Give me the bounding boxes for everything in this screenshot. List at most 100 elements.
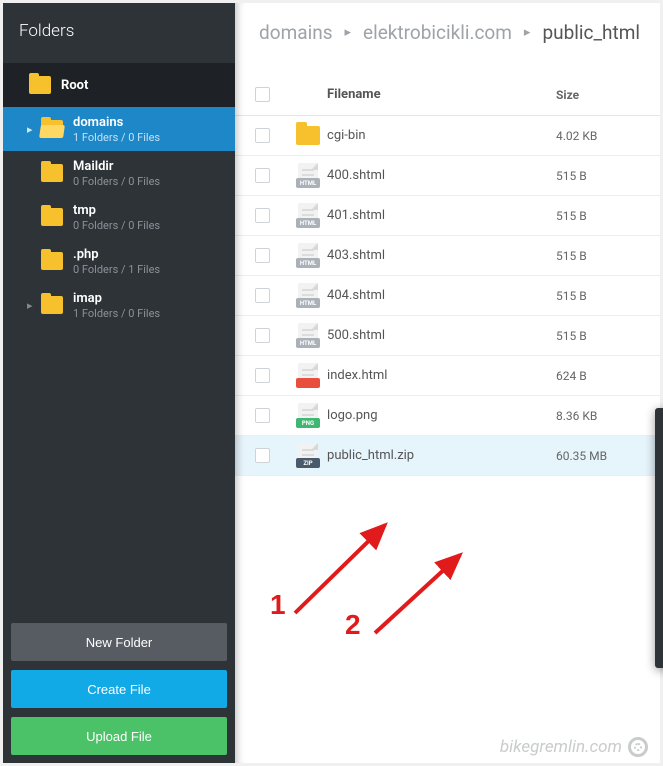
table-row[interactable]: cgi-bin4.02 KB xyxy=(235,116,660,156)
row-checkbox[interactable] xyxy=(255,408,270,423)
select-all-checkbox[interactable] xyxy=(255,87,270,102)
sidebar-title: Folders xyxy=(3,3,235,63)
tree-item-sub: 1 Folders / 0 Files xyxy=(73,307,160,320)
file-icon: HTML xyxy=(298,203,318,228)
ctx-add-to-clipboard[interactable]: 📋Add to Clipboard xyxy=(655,520,663,556)
tree-item-imap[interactable]: ▸ imap1 Folders / 0 Files xyxy=(3,283,235,327)
tree-item-label: Maildir xyxy=(73,159,160,174)
file-name[interactable]: 500.shtml xyxy=(327,328,556,343)
file-name[interactable]: cgi-bin xyxy=(327,128,556,143)
tree-item-sub: 0 Folders / 1 Files xyxy=(73,263,160,276)
file-name[interactable]: logo.png xyxy=(327,408,556,423)
file-name[interactable]: public_html.zip xyxy=(327,448,556,463)
file-icon xyxy=(298,363,318,388)
breadcrumb: domains ▸ elektrobicikli.com ▸ public_html xyxy=(235,3,660,74)
ctx-copy-file[interactable]: ⧉Copy File xyxy=(655,448,663,484)
ctx-delete[interactable]: 🗑Delete xyxy=(655,628,663,664)
context-menu: ARename⧉Copy File⚙Set Permissions📋Add to… xyxy=(655,408,663,668)
file-name[interactable]: 401.shtml xyxy=(327,208,556,223)
table-row[interactable]: ZIP public_html.zip60.35 MB xyxy=(235,436,660,476)
tree-item-sub: 0 Folders / 0 Files xyxy=(73,175,160,188)
sidebar-actions: New Folder Create File Upload File xyxy=(3,615,235,763)
tree-item-Maildir[interactable]: Maildir0 Folders / 0 Files xyxy=(3,151,235,195)
table-row[interactable]: HTML 500.shtml515 B xyxy=(235,316,660,356)
tree-item-sub: 0 Folders / 0 Files xyxy=(73,219,160,232)
folder-icon xyxy=(41,296,63,314)
folder-icon xyxy=(41,120,63,138)
annotation-arrow-2 xyxy=(365,543,475,643)
new-folder-button[interactable]: New Folder xyxy=(11,623,227,661)
table-row[interactable]: HTML403.shtml515 B xyxy=(235,236,660,276)
file-name[interactable]: 404.shtml xyxy=(327,288,556,303)
file-icon: HTML xyxy=(298,163,318,188)
file-size: 515 B xyxy=(556,329,640,343)
breadcrumb-separator-icon: ▸ xyxy=(524,25,531,40)
table-row[interactable]: index.html624 B xyxy=(235,356,660,396)
row-checkbox[interactable] xyxy=(255,168,270,183)
watermark: bikegremlin.com xyxy=(500,737,648,757)
table-row[interactable]: HTML404.shtml515 B xyxy=(235,276,660,316)
tree-item-tmp[interactable]: tmp0 Folders / 0 Files xyxy=(3,195,235,239)
header-filename[interactable]: Filename xyxy=(327,87,556,102)
main-panel: domains ▸ elektrobicikli.com ▸ public_html F… xyxy=(235,3,660,763)
tree-item-.php[interactable]: .php0 Folders / 1 Files xyxy=(3,239,235,283)
sidebar: Folders Root ▸ domains 1 Folders / 0 Files… xyxy=(3,3,235,763)
annotation-number-2: 2 xyxy=(345,609,361,641)
file-size: 4.02 KB xyxy=(556,129,640,143)
file-icon: PNG xyxy=(298,403,318,428)
tree-item-label: .php xyxy=(73,247,160,262)
annotation-number-1: 1 xyxy=(270,589,286,621)
ctx-rename[interactable]: ARename xyxy=(655,412,663,448)
file-icon: HTML xyxy=(298,323,318,348)
tree-item-label: imap xyxy=(73,291,160,306)
file-size: 515 B xyxy=(556,209,640,223)
chevron-right-icon: ▸ xyxy=(27,299,37,312)
tree-item-domains[interactable]: ▸domains1 Folders / 0 Files xyxy=(3,107,235,151)
file-size: 624 B xyxy=(556,369,640,383)
file-size: 515 B xyxy=(556,169,640,183)
tree-root[interactable]: Root xyxy=(3,63,235,107)
folder-tree: Root ▸domains1 Folders / 0 FilesMaildir0… xyxy=(3,63,235,615)
row-checkbox[interactable] xyxy=(255,328,270,343)
upload-file-button[interactable]: Upload File xyxy=(11,717,227,755)
file-name[interactable]: 400.shtml xyxy=(327,168,556,183)
folder-icon xyxy=(41,252,63,270)
file-size: 8.36 KB xyxy=(556,409,640,423)
folder-icon xyxy=(29,76,51,94)
breadcrumb-public_html[interactable]: public_html xyxy=(542,21,640,44)
file-table: Filename Size cgi-bin4.02 KB HTML 400.shtm… xyxy=(235,74,660,476)
file-size: 515 B xyxy=(556,289,640,303)
row-checkbox[interactable] xyxy=(255,248,270,263)
tree-item-label: domains xyxy=(73,115,160,130)
table-row[interactable]: PNG logo.png8.36 KB xyxy=(235,396,660,436)
gear-icon xyxy=(628,737,648,757)
file-name[interactable]: index.html xyxy=(327,368,556,383)
folder-icon xyxy=(41,208,63,226)
row-checkbox[interactable] xyxy=(255,288,270,303)
chevron-right-icon: ▸ xyxy=(27,123,37,136)
ctx-extract[interactable]: ⇪Extract xyxy=(655,556,663,592)
watermark-text: bikegremlin.com xyxy=(500,737,622,757)
breadcrumb-separator-icon: ▸ xyxy=(345,25,352,40)
table-row[interactable]: HTML 400.shtml515 B xyxy=(235,156,660,196)
file-icon: ZIP xyxy=(298,443,318,468)
table-header: Filename Size xyxy=(235,74,660,116)
tree-item-label: tmp xyxy=(73,203,160,218)
row-checkbox[interactable] xyxy=(255,368,270,383)
tree-root-label: Root xyxy=(61,78,88,93)
create-file-button[interactable]: Create File xyxy=(11,670,227,708)
file-size: 515 B xyxy=(556,249,640,263)
ctx-download[interactable]: ⬇Download xyxy=(655,592,663,628)
row-checkbox[interactable] xyxy=(255,128,270,143)
row-checkbox[interactable] xyxy=(255,448,270,463)
folder-icon xyxy=(41,164,63,182)
header-size[interactable]: Size xyxy=(556,88,640,102)
file-name[interactable]: 403.shtml xyxy=(327,248,556,263)
table-row[interactable]: HTML 401.shtml515 B xyxy=(235,196,660,236)
file-size: 60.35 MB xyxy=(556,449,640,463)
ctx-set-permissions[interactable]: ⚙Set Permissions xyxy=(655,484,663,520)
row-checkbox[interactable] xyxy=(255,208,270,223)
breadcrumb-elektrobicikli.com[interactable]: elektrobicikli.com xyxy=(363,21,512,44)
breadcrumb-domains[interactable]: domains xyxy=(259,21,332,44)
folder-icon xyxy=(296,126,320,145)
